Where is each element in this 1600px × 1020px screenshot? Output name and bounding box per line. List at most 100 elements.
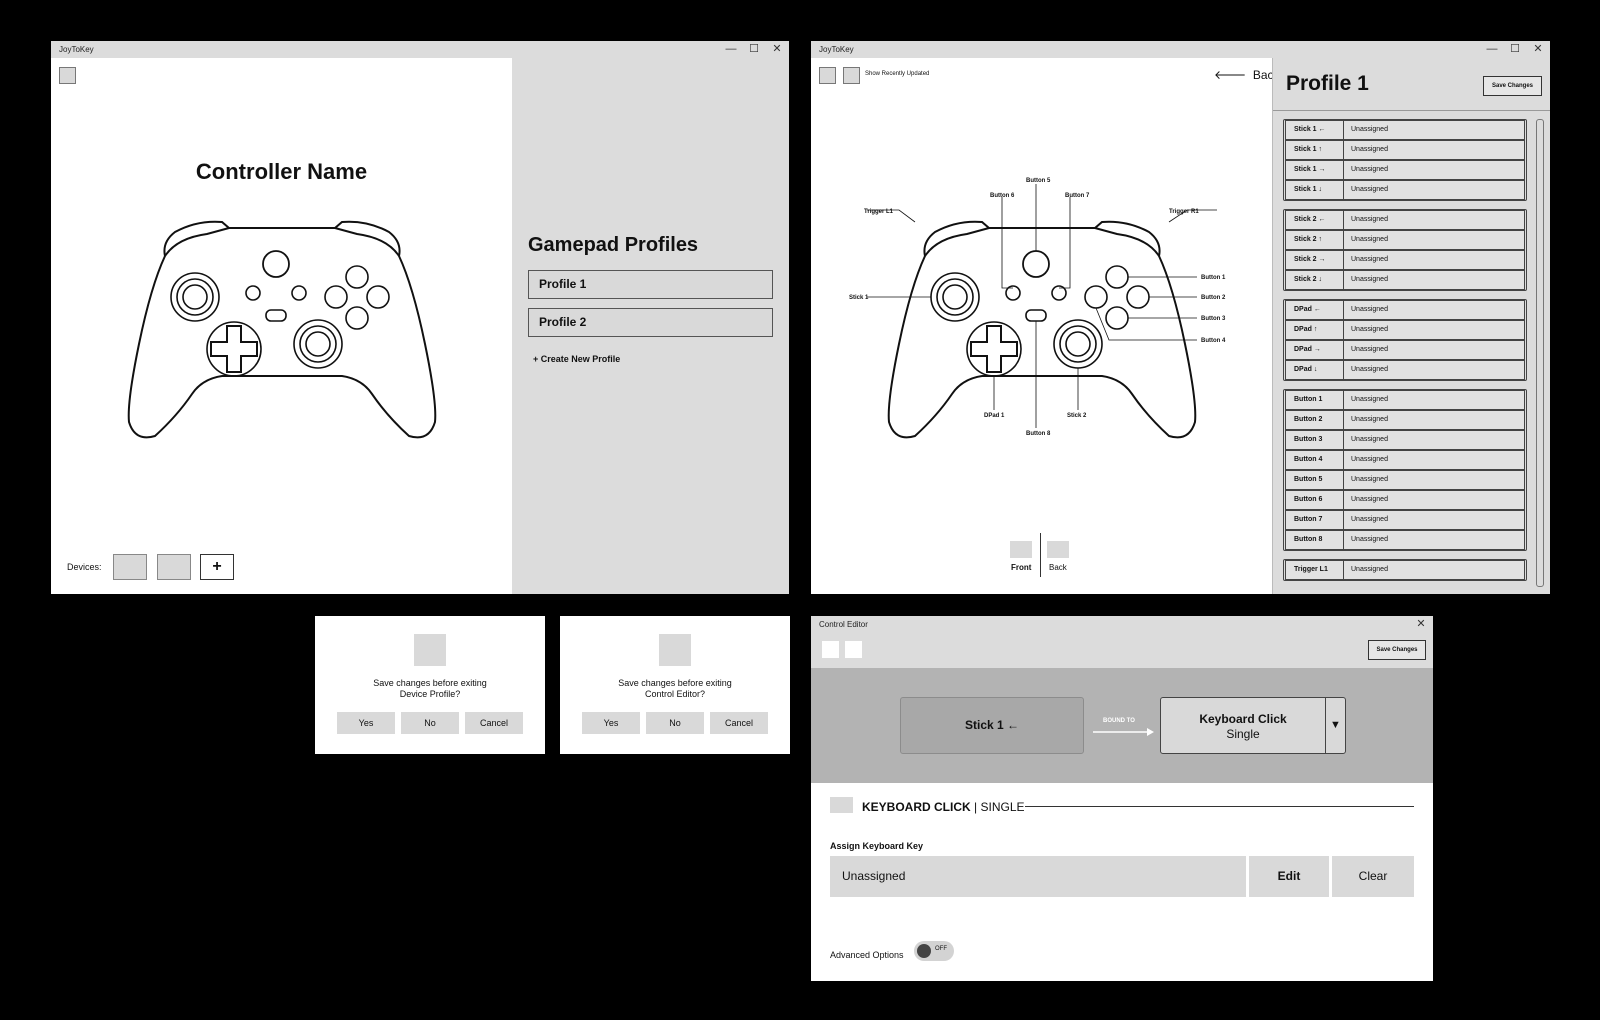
mapping-control-label: Button 3 [1286, 431, 1344, 449]
recent-toggle-icon[interactable] [843, 67, 860, 84]
controller-name: Controller Name [195, 159, 368, 184]
cancel-button[interactable]: Cancel [710, 712, 768, 734]
chevron-down-icon[interactable]: ▼ [1325, 698, 1345, 753]
close-icon[interactable]: ✕ [1527, 41, 1549, 58]
mapping-control-label: Stick 1 → [1286, 161, 1344, 179]
edit-button[interactable]: Edit [1249, 856, 1329, 897]
menu-icon[interactable] [59, 67, 76, 84]
mapping-control-label: DPad ↑ [1286, 321, 1344, 339]
mapping-control-label: Stick 2 → [1286, 251, 1344, 269]
close-icon[interactable]: ✕ [1410, 616, 1432, 633]
device-slot-2[interactable] [157, 554, 191, 580]
yes-button[interactable]: Yes [582, 712, 640, 734]
mapping-value: Unassigned [1351, 276, 1388, 283]
mapping-control-label: DPad → [1286, 341, 1344, 359]
callout-button-8: Button 8 [1026, 431, 1051, 437]
mapping-row[interactable]: DPad ↑ Unassigned [1285, 320, 1525, 340]
mapping-row[interactable]: Stick 1 → Unassigned [1285, 160, 1525, 180]
device-slot-1[interactable] [113, 554, 147, 580]
mapping-control-label: DPad ← [1286, 301, 1344, 319]
front-view-icon[interactable] [1010, 541, 1032, 558]
menu-icon[interactable] [819, 67, 836, 84]
mapping-row[interactable]: Stick 2 → Unassigned [1285, 250, 1525, 270]
back-view-tab[interactable]: Back [1049, 563, 1067, 572]
mapping-control-label: Trigger L1 [1286, 561, 1344, 579]
mapping-row[interactable]: Stick 1 ↑ Unassigned [1285, 140, 1525, 160]
action-selector[interactable]: Keyboard Click Single ▼ [1160, 697, 1346, 754]
back-view-icon[interactable] [1047, 541, 1069, 558]
toolbar-icon-2[interactable] [845, 641, 862, 658]
close-icon[interactable]: ✕ [766, 41, 788, 58]
mapping-value: Unassigned [1351, 186, 1388, 193]
mapping-value: Unassigned [1351, 216, 1388, 223]
mapping-row[interactable]: Stick 2 ← Unassigned [1285, 210, 1525, 230]
mapping-value: Unassigned [1351, 566, 1388, 573]
mapping-row[interactable]: Button 6 Unassigned [1285, 490, 1525, 510]
profile-title: Profile 1 [1286, 72, 1369, 95]
mapping-row[interactable]: Button 4 Unassigned [1285, 450, 1525, 470]
control-editor-window: Control Editor ✕ Save Changes Stick 1 ← … [811, 616, 1433, 981]
minimize-icon[interactable]: — [1481, 41, 1503, 58]
minimize-icon[interactable]: — [720, 41, 742, 58]
divider [1273, 110, 1550, 111]
controller-callout-diagram: Trigger L1 Trigger R1 Button 5 Button 6 … [849, 178, 1226, 439]
source-control[interactable]: Stick 1 ← [900, 697, 1084, 754]
mapping-control-label: Stick 2 ← [1286, 211, 1344, 229]
mapping-row[interactable]: DPad → Unassigned [1285, 340, 1525, 360]
toggle-state: OFF [935, 946, 947, 952]
advanced-options-toggle[interactable]: OFF [914, 941, 954, 961]
dialog-icon [659, 634, 691, 666]
add-device-button[interactable]: + [200, 554, 234, 580]
scrollbar[interactable] [1536, 119, 1544, 587]
callout-button-1: Button 1 [1201, 275, 1226, 281]
show-recent-label[interactable]: Show Recently Updated [865, 71, 929, 77]
callout-button-6: Button 6 [990, 193, 1015, 199]
window-title: JoyToKey [819, 45, 854, 54]
mapping-row[interactable]: Button 2 Unassigned [1285, 410, 1525, 430]
maximize-icon[interactable]: ☐ [1504, 41, 1526, 58]
no-button[interactable]: No [401, 712, 459, 734]
mapping-row[interactable]: Stick 1 ← Unassigned [1285, 120, 1525, 140]
mapping-row[interactable]: Button 8 Unassigned [1285, 530, 1525, 550]
profile-item[interactable]: Profile 1 [528, 270, 773, 299]
mapping-control-label: DPad ↓ [1286, 361, 1344, 379]
mapping-row[interactable]: Trigger L1 Unassigned [1285, 560, 1525, 580]
callout-button-5: Button 5 [1026, 178, 1051, 184]
maximize-icon[interactable]: ☐ [743, 41, 765, 58]
devices-label: Devices: [67, 562, 102, 572]
no-button[interactable]: No [646, 712, 704, 734]
mapping-row[interactable]: Stick 1 ↓ Unassigned [1285, 180, 1525, 200]
toolbar-icon-1[interactable] [822, 641, 839, 658]
yes-button[interactable]: Yes [337, 712, 395, 734]
mapping-value: Unassigned [1351, 366, 1388, 373]
clear-button[interactable]: Clear [1332, 856, 1414, 897]
mapping-row[interactable]: Button 1 Unassigned [1285, 390, 1525, 410]
mapping-row[interactable]: Stick 2 ↓ Unassigned [1285, 270, 1525, 290]
mapping-row[interactable]: Button 7 Unassigned [1285, 510, 1525, 530]
assigned-key-field[interactable]: Unassigned [830, 856, 1246, 897]
save-changes-button[interactable]: Save Changes [1483, 76, 1542, 96]
mapping-control-label: Button 1 [1286, 391, 1344, 409]
callout-button-7: Button 7 [1065, 193, 1090, 199]
back-button[interactable]: 🡐 Back [1214, 67, 1280, 82]
mapping-value: Unassigned [1351, 346, 1388, 353]
mapping-row[interactable]: DPad ← Unassigned [1285, 300, 1525, 320]
profiles-panel: Gamepad Profiles Profile 1 Profile 2 + C… [512, 58, 789, 594]
mapping-value: Unassigned [1351, 326, 1388, 333]
mapping-value: Unassigned [1351, 496, 1388, 503]
mapping-row[interactable]: Button 3 Unassigned [1285, 430, 1525, 450]
create-profile-link[interactable]: + Create New Profile [533, 354, 620, 364]
save-changes-button[interactable]: Save Changes [1368, 640, 1426, 660]
mapping-row[interactable]: Stick 2 ↑ Unassigned [1285, 230, 1525, 250]
cancel-button[interactable]: Cancel [465, 712, 523, 734]
binding-panel: Stick 1 ← BOUND TO Keyboard Click Single… [811, 668, 1433, 783]
mapping-row[interactable]: Button 5 Unassigned [1285, 470, 1525, 490]
front-view-tab[interactable]: Front [1011, 563, 1031, 572]
mapping-row[interactable]: DPad ↓ Unassigned [1285, 360, 1525, 380]
profile-editor-window: JoyToKey — ☐ ✕ Show Recently Updated 🡐 B… [811, 41, 1550, 594]
title-bar: JoyToKey [811, 41, 1550, 58]
mapping-control-label: Stick 1 ← [1286, 121, 1344, 139]
mapping-panel: Profile 1 Save Changes Stick 1 ← Unassign… [1272, 58, 1550, 594]
section-heading: KEYBOARD CLICK | SINGLE [862, 800, 1025, 814]
profile-item[interactable]: Profile 2 [528, 308, 773, 337]
